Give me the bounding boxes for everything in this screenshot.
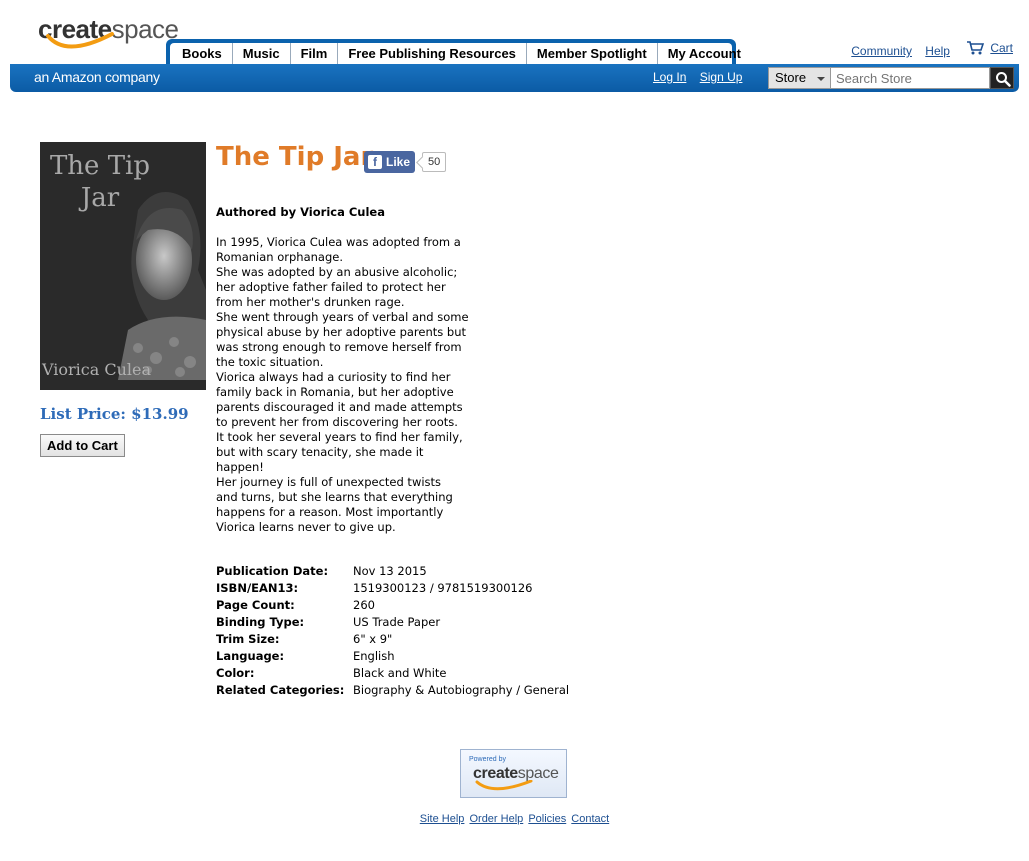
- facebook-like-button[interactable]: f Like: [364, 151, 416, 173]
- detail-value: US Trade Paper: [353, 615, 441, 629]
- tab-books[interactable]: Books: [170, 43, 233, 66]
- search-button[interactable]: [990, 67, 1014, 89]
- detail-row: Publication Date: Nov 13 2015: [216, 564, 569, 581]
- detail-row: Related Categories: Biography & Autobiogr…: [216, 683, 569, 700]
- description-line: She was adopted by an abusive alcoholic;: [216, 265, 458, 279]
- detail-value: Black and White: [353, 666, 447, 680]
- auth-links: Log In Sign Up: [653, 70, 752, 84]
- description-line: from her mother's drunken rage.: [216, 295, 405, 309]
- facebook-like-label: Like: [386, 155, 411, 169]
- footer-link-policies[interactable]: Policies: [528, 813, 566, 825]
- tab-film[interactable]: Film: [291, 43, 339, 66]
- detail-row: Color: Black and White: [216, 666, 569, 683]
- detail-row: Language: English: [216, 649, 569, 666]
- amazon-company-tagline: an Amazon company: [34, 69, 160, 85]
- description-line: but with scary tenacity, she made it: [216, 445, 424, 459]
- book-cover-image: The Tip Jar Viorica Culea: [40, 142, 206, 390]
- tab-free-publishing-resources[interactable]: Free Publishing Resources: [338, 43, 527, 66]
- footer-link-site-help[interactable]: Site Help: [420, 813, 465, 825]
- detail-label: ISBN/EAN13:: [216, 581, 299, 595]
- tab-music[interactable]: Music: [233, 43, 291, 66]
- description-line: the toxic situation.: [216, 355, 324, 369]
- detail-label: Binding Type:: [216, 615, 305, 629]
- description-line: happens for a reason. Most importantly: [216, 505, 444, 519]
- badge-swoosh-icon: [475, 780, 533, 791]
- detail-value: Nov 13 2015: [353, 564, 427, 578]
- author-line: Authored by Viorica Culea: [216, 205, 385, 219]
- tab-member-spotlight[interactable]: Member Spotlight: [527, 43, 658, 66]
- add-to-cart-button[interactable]: Add to Cart: [40, 434, 125, 457]
- detail-row: Trim Size: 6" x 9": [216, 632, 569, 649]
- cart-link[interactable]: Cart: [990, 41, 1013, 55]
- powered-by-label: Powered by: [469, 756, 506, 763]
- facebook-like-count: 50: [422, 152, 447, 172]
- facebook-icon: f: [368, 155, 382, 169]
- createspace-logo[interactable]: createspace: [38, 10, 179, 56]
- cart-icon[interactable]: [967, 41, 985, 55]
- description-line: physical abuse by her adoptive parents b…: [216, 325, 467, 339]
- description-line: Viorica always had a curiosity to find h…: [216, 370, 451, 384]
- description-line: family back in Romania, but her adoptive: [216, 385, 454, 399]
- description-line: Her journey is full of unexpected twists: [216, 475, 442, 489]
- help-link[interactable]: Help: [925, 44, 950, 58]
- description-line: her adoptive father failed to protect he…: [216, 280, 446, 294]
- description-line: to prevent her from discovering her root…: [216, 415, 458, 429]
- facebook-like-widget: f Like 50: [364, 151, 447, 173]
- detail-label: Page Count:: [216, 598, 295, 612]
- cover-author-text: Viorica Culea: [42, 360, 152, 379]
- detail-row: ISBN/EAN13: 1519300123 / 9781519300126: [216, 581, 569, 598]
- powered-by-createspace-badge[interactable]: Powered by createspace: [460, 749, 567, 798]
- cover-title-text: The Tip Jar: [49, 151, 151, 213]
- detail-value: Biography & Autobiography / General: [353, 683, 570, 697]
- detail-label: Language:: [216, 649, 285, 663]
- book-details-table: Publication Date: Nov 13 2015 ISBN/EAN13: 1…: [216, 564, 569, 700]
- detail-value: 260: [353, 598, 375, 612]
- chevron-down-icon: [817, 77, 825, 81]
- login-link[interactable]: Log In: [653, 70, 686, 84]
- description-line: and turns, but she learns that everythin…: [216, 490, 453, 504]
- search-icon: [996, 72, 1011, 87]
- description-line: parents discouraged it and made attempts: [216, 400, 463, 414]
- search-input[interactable]: [831, 67, 990, 89]
- store-select-value: Store: [775, 70, 807, 85]
- detail-value: 6" x 9": [353, 632, 393, 646]
- detail-label: Publication Date:: [216, 564, 329, 578]
- main-nav-tabs: Books Music Film Free Publishing Resources M…: [166, 39, 741, 66]
- footer-link-contact[interactable]: Contact: [571, 813, 609, 825]
- community-link[interactable]: Community: [851, 44, 912, 58]
- detail-label: Color:: [216, 666, 255, 680]
- detail-value: English: [353, 649, 395, 663]
- signup-link[interactable]: Sign Up: [700, 70, 743, 84]
- description-line: It took her several years to find her fa…: [216, 430, 463, 444]
- list-price: List Price: $13.99: [40, 405, 189, 423]
- logo-swoosh-icon: [46, 32, 114, 49]
- detail-row: Binding Type: US Trade Paper: [216, 615, 569, 632]
- description-line: Romanian orphanage.: [216, 250, 343, 264]
- description-line: Viorica learns never to give up.: [216, 520, 396, 534]
- description-line: In 1995, Viorica Culea was adopted from …: [216, 235, 461, 249]
- tab-my-account[interactable]: My Account: [658, 43, 753, 66]
- detail-label: Trim Size:: [216, 632, 280, 646]
- detail-value: 1519300123 / 9781519300126: [353, 581, 533, 595]
- store-select[interactable]: Store: [768, 67, 831, 89]
- footer-link-order-help[interactable]: Order Help: [469, 813, 523, 825]
- description-line: happen!: [216, 460, 264, 474]
- book-title: The Tip Jar: [216, 142, 374, 172]
- footer-links: Site Help Order Help Policies Contact: [0, 813, 1029, 825]
- detail-label: Related Categories:: [216, 683, 345, 697]
- description-line: was strong enough to remove herself from: [216, 340, 462, 354]
- description-line: She went through years of verbal and som…: [216, 310, 469, 324]
- top-utility-links: Community Help Cart: [841, 41, 1013, 58]
- detail-row: Page Count: 260: [216, 598, 569, 615]
- book-description: In 1995, Viorica Culea was adopted from …: [216, 235, 478, 535]
